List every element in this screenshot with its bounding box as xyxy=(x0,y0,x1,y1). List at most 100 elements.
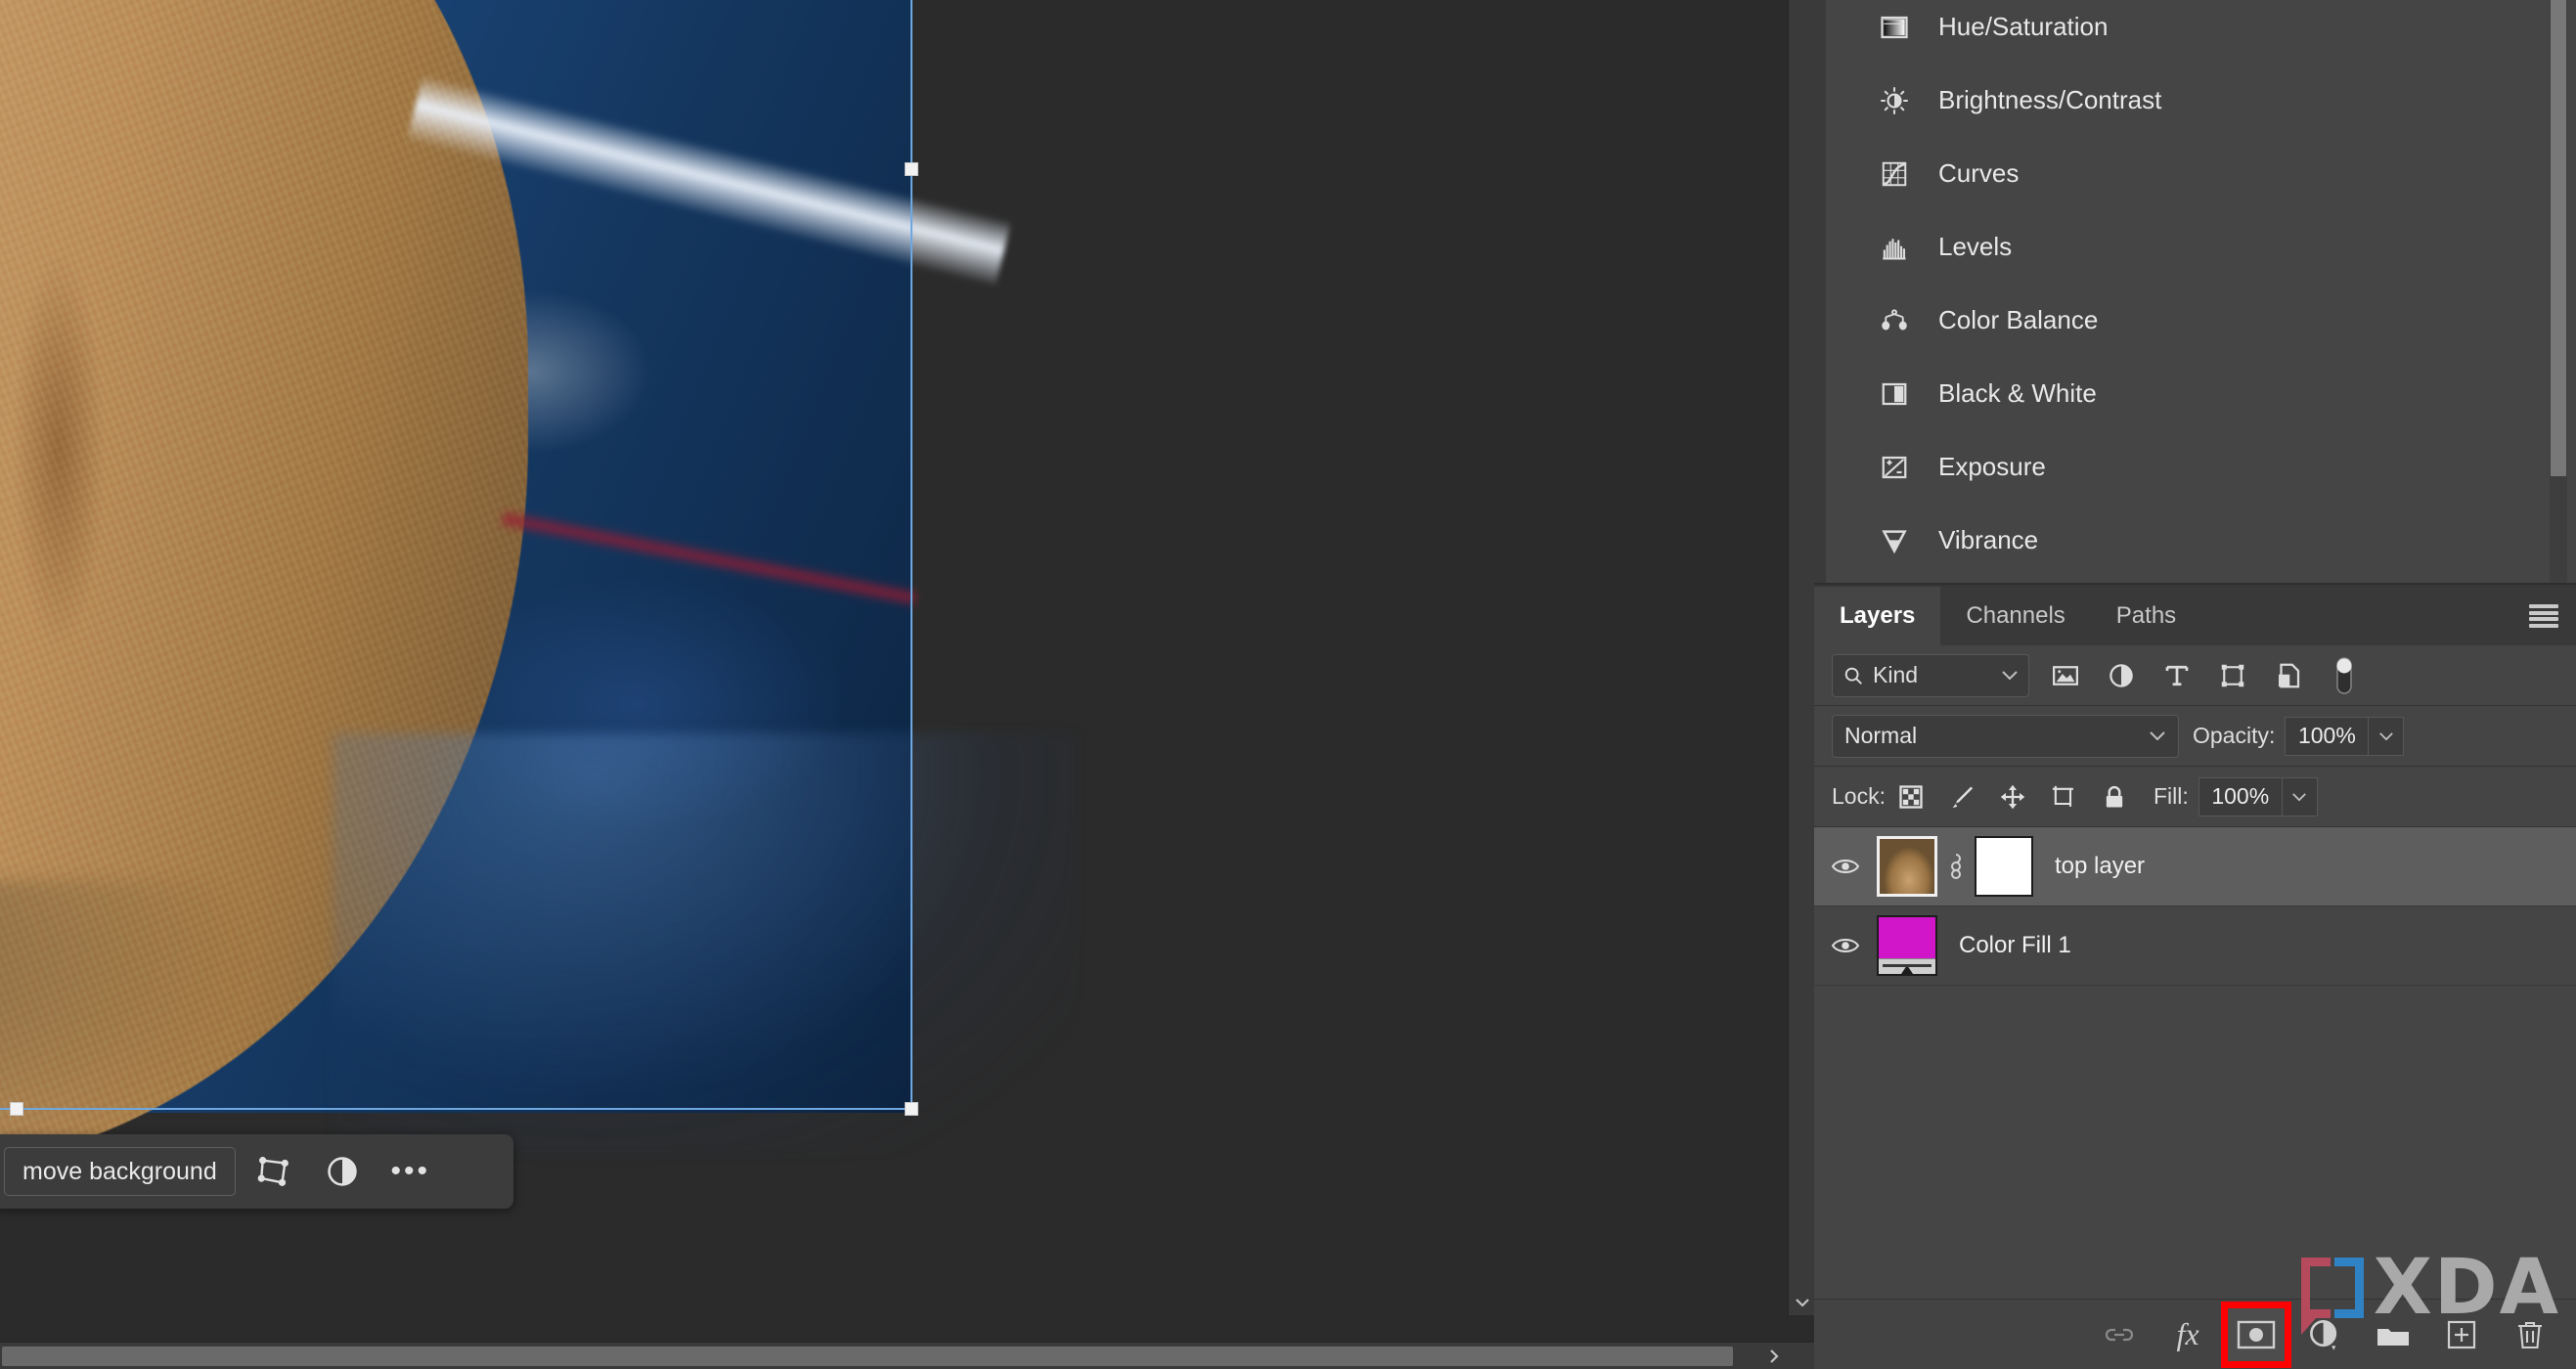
layer-row-top-layer[interactable]: top layer xyxy=(1814,827,2576,906)
adjustment-item-brightness-contrast[interactable]: Brightness/Contrast xyxy=(1814,64,2576,137)
layer-name[interactable]: Color Fill 1 xyxy=(1959,932,2071,959)
add-layer-mask-button[interactable] xyxy=(2226,1306,2287,1363)
lock-image-pixels-icon[interactable] xyxy=(1936,774,1987,819)
delete-layer-button[interactable] xyxy=(2500,1306,2560,1363)
lock-transparent-pixels-icon[interactable] xyxy=(1886,774,1936,819)
blend-mode-value: Normal xyxy=(1844,723,1917,749)
layer-mask-thumbnail[interactable] xyxy=(1975,836,2033,897)
tab-channels[interactable]: Channels xyxy=(1940,587,2090,645)
curves-icon xyxy=(1878,157,1911,191)
adjustment-label: Vibrance xyxy=(1938,525,2038,555)
remove-background-button[interactable]: move background xyxy=(4,1147,236,1196)
lock-position-icon[interactable] xyxy=(1987,774,2038,819)
photoshop-window: move background ••• xyxy=(0,0,2576,1369)
panel-tab-bar: Layers Channels Paths xyxy=(1814,587,2576,645)
exposure-icon xyxy=(1878,451,1911,484)
adjustment-label: Hue/Saturation xyxy=(1938,12,2108,42)
scrollbar-thumb[interactable] xyxy=(2,1347,1733,1366)
adjustment-label: Color Balance xyxy=(1938,305,2098,335)
blend-mode-row: Normal Opacity: 100% xyxy=(1814,706,2576,767)
fill-dropdown-icon[interactable] xyxy=(2283,777,2318,817)
layer-visibility-toggle[interactable] xyxy=(1814,856,1877,877)
new-layer-button[interactable] xyxy=(2431,1306,2492,1363)
adjustment-item-curves[interactable]: Curves xyxy=(1814,137,2576,210)
lock-row: Lock: xyxy=(1814,767,2576,827)
levels-icon xyxy=(1878,231,1911,264)
layer-kind-label: Kind xyxy=(1873,662,1918,688)
lock-all-icon[interactable] xyxy=(2089,774,2140,819)
opacity-input[interactable]: 100% xyxy=(2285,717,2369,756)
new-group-button[interactable] xyxy=(2363,1306,2423,1363)
chevron-right-icon[interactable] xyxy=(1760,1343,1787,1369)
adjustment-icon[interactable] xyxy=(312,1146,373,1197)
layers-panel: Layers Channels Paths Kind xyxy=(1814,587,2576,1369)
canvas-horizontal-scrollbar[interactable] xyxy=(0,1342,1814,1369)
adjustment-label: Black & White xyxy=(1938,378,2097,409)
adjustment-label: Exposure xyxy=(1938,452,2046,482)
fill-input[interactable]: 100% xyxy=(2198,777,2283,817)
opacity-label: Opacity: xyxy=(2193,723,2275,749)
hue-saturation-icon xyxy=(1878,11,1911,44)
layers-bottom-toolbar: fx xyxy=(1814,1299,2576,1369)
tab-layers[interactable]: Layers xyxy=(1814,587,1940,645)
black-white-icon xyxy=(1878,377,1911,411)
layer-thumbnail[interactable] xyxy=(1877,836,1937,897)
opacity-dropdown-icon[interactable] xyxy=(2369,717,2404,756)
scrollbar-thumb[interactable] xyxy=(2551,0,2566,476)
brightness-contrast-icon xyxy=(1878,84,1911,117)
more-options-icon[interactable]: ••• xyxy=(380,1146,441,1197)
adjustments-panel[interactable]: Hue/Saturation Brightness/Contrast xyxy=(1814,0,2576,585)
new-adjustment-layer-button[interactable] xyxy=(2294,1306,2355,1363)
adjustment-item-color-balance[interactable]: Color Balance xyxy=(1814,284,2576,357)
canvas-area[interactable]: move background ••• xyxy=(0,0,1814,1369)
document-image xyxy=(0,0,911,1113)
tab-paths[interactable]: Paths xyxy=(2091,587,2201,645)
right-dock: Hue/Saturation Brightness/Contrast xyxy=(1814,0,2576,1369)
adjustment-label: Levels xyxy=(1938,232,2012,262)
filter-toggle-switch[interactable] xyxy=(2316,651,2372,700)
document-canvas[interactable]: move background ••• xyxy=(0,0,1814,1315)
red-fabric-streak xyxy=(501,508,917,609)
adjustment-label: Curves xyxy=(1938,158,2019,189)
slider-marker-icon xyxy=(1901,965,1913,974)
mask-link-icon[interactable] xyxy=(1937,850,1975,883)
color-balance-icon xyxy=(1878,304,1911,337)
chevron-down-icon xyxy=(2149,730,2166,741)
adjustment-item-levels[interactable]: Levels xyxy=(1814,210,2576,284)
adjustments-scrollbar[interactable] xyxy=(2550,0,2567,585)
layer-thumbnail[interactable] xyxy=(1877,915,1937,976)
link-layers-button[interactable] xyxy=(2089,1306,2150,1363)
color-fill-slider xyxy=(1879,958,1935,974)
lock-label: Lock: xyxy=(1832,783,1886,810)
layer-style-button[interactable]: fx xyxy=(2157,1306,2218,1363)
layer-visibility-toggle[interactable] xyxy=(1814,935,1877,956)
canvas-vertical-scrollbar[interactable] xyxy=(1788,0,1814,1315)
layer-kind-filter-select[interactable]: Kind xyxy=(1832,654,2029,697)
adjustment-label: Brightness/Contrast xyxy=(1938,85,2161,115)
filter-type-layers-icon[interactable] xyxy=(2149,651,2204,700)
blue-fabric-fold xyxy=(333,733,1076,1154)
search-icon xyxy=(1843,665,1864,686)
chevron-down-icon xyxy=(2001,670,2019,681)
filter-shape-layers-icon[interactable] xyxy=(2204,651,2260,700)
transform-icon[interactable] xyxy=(244,1146,304,1197)
filter-smart-object-icon[interactable] xyxy=(2260,651,2316,700)
adjustment-item-vibrance[interactable]: Vibrance xyxy=(1814,504,2576,577)
fx-icon: fx xyxy=(2176,1316,2198,1352)
lock-artboard-nesting-icon[interactable] xyxy=(2038,774,2089,819)
contextual-task-bar[interactable]: move background ••• xyxy=(0,1134,513,1209)
chevron-down-icon[interactable] xyxy=(1789,1289,1815,1315)
adjustments-list: Hue/Saturation Brightness/Contrast xyxy=(1814,0,2576,577)
layer-list: top layer Color F xyxy=(1814,827,2576,986)
adjustment-item-black-white[interactable]: Black & White xyxy=(1814,357,2576,430)
fill-label: Fill: xyxy=(2154,783,2189,810)
layer-name[interactable]: top layer xyxy=(2055,853,2145,880)
layer-row-color-fill-1[interactable]: Color Fill 1 xyxy=(1814,906,2576,986)
filter-adjustment-layers-icon[interactable] xyxy=(2093,651,2149,700)
filter-pixel-layers-icon[interactable] xyxy=(2037,651,2093,700)
adjustment-item-exposure[interactable]: Exposure xyxy=(1814,430,2576,504)
adjustment-item-hue-saturation[interactable]: Hue/Saturation xyxy=(1814,0,2576,64)
hamburger-menu-icon[interactable] xyxy=(2529,604,2558,628)
layer-filter-row: Kind xyxy=(1814,645,2576,706)
blend-mode-select[interactable]: Normal xyxy=(1832,715,2179,758)
